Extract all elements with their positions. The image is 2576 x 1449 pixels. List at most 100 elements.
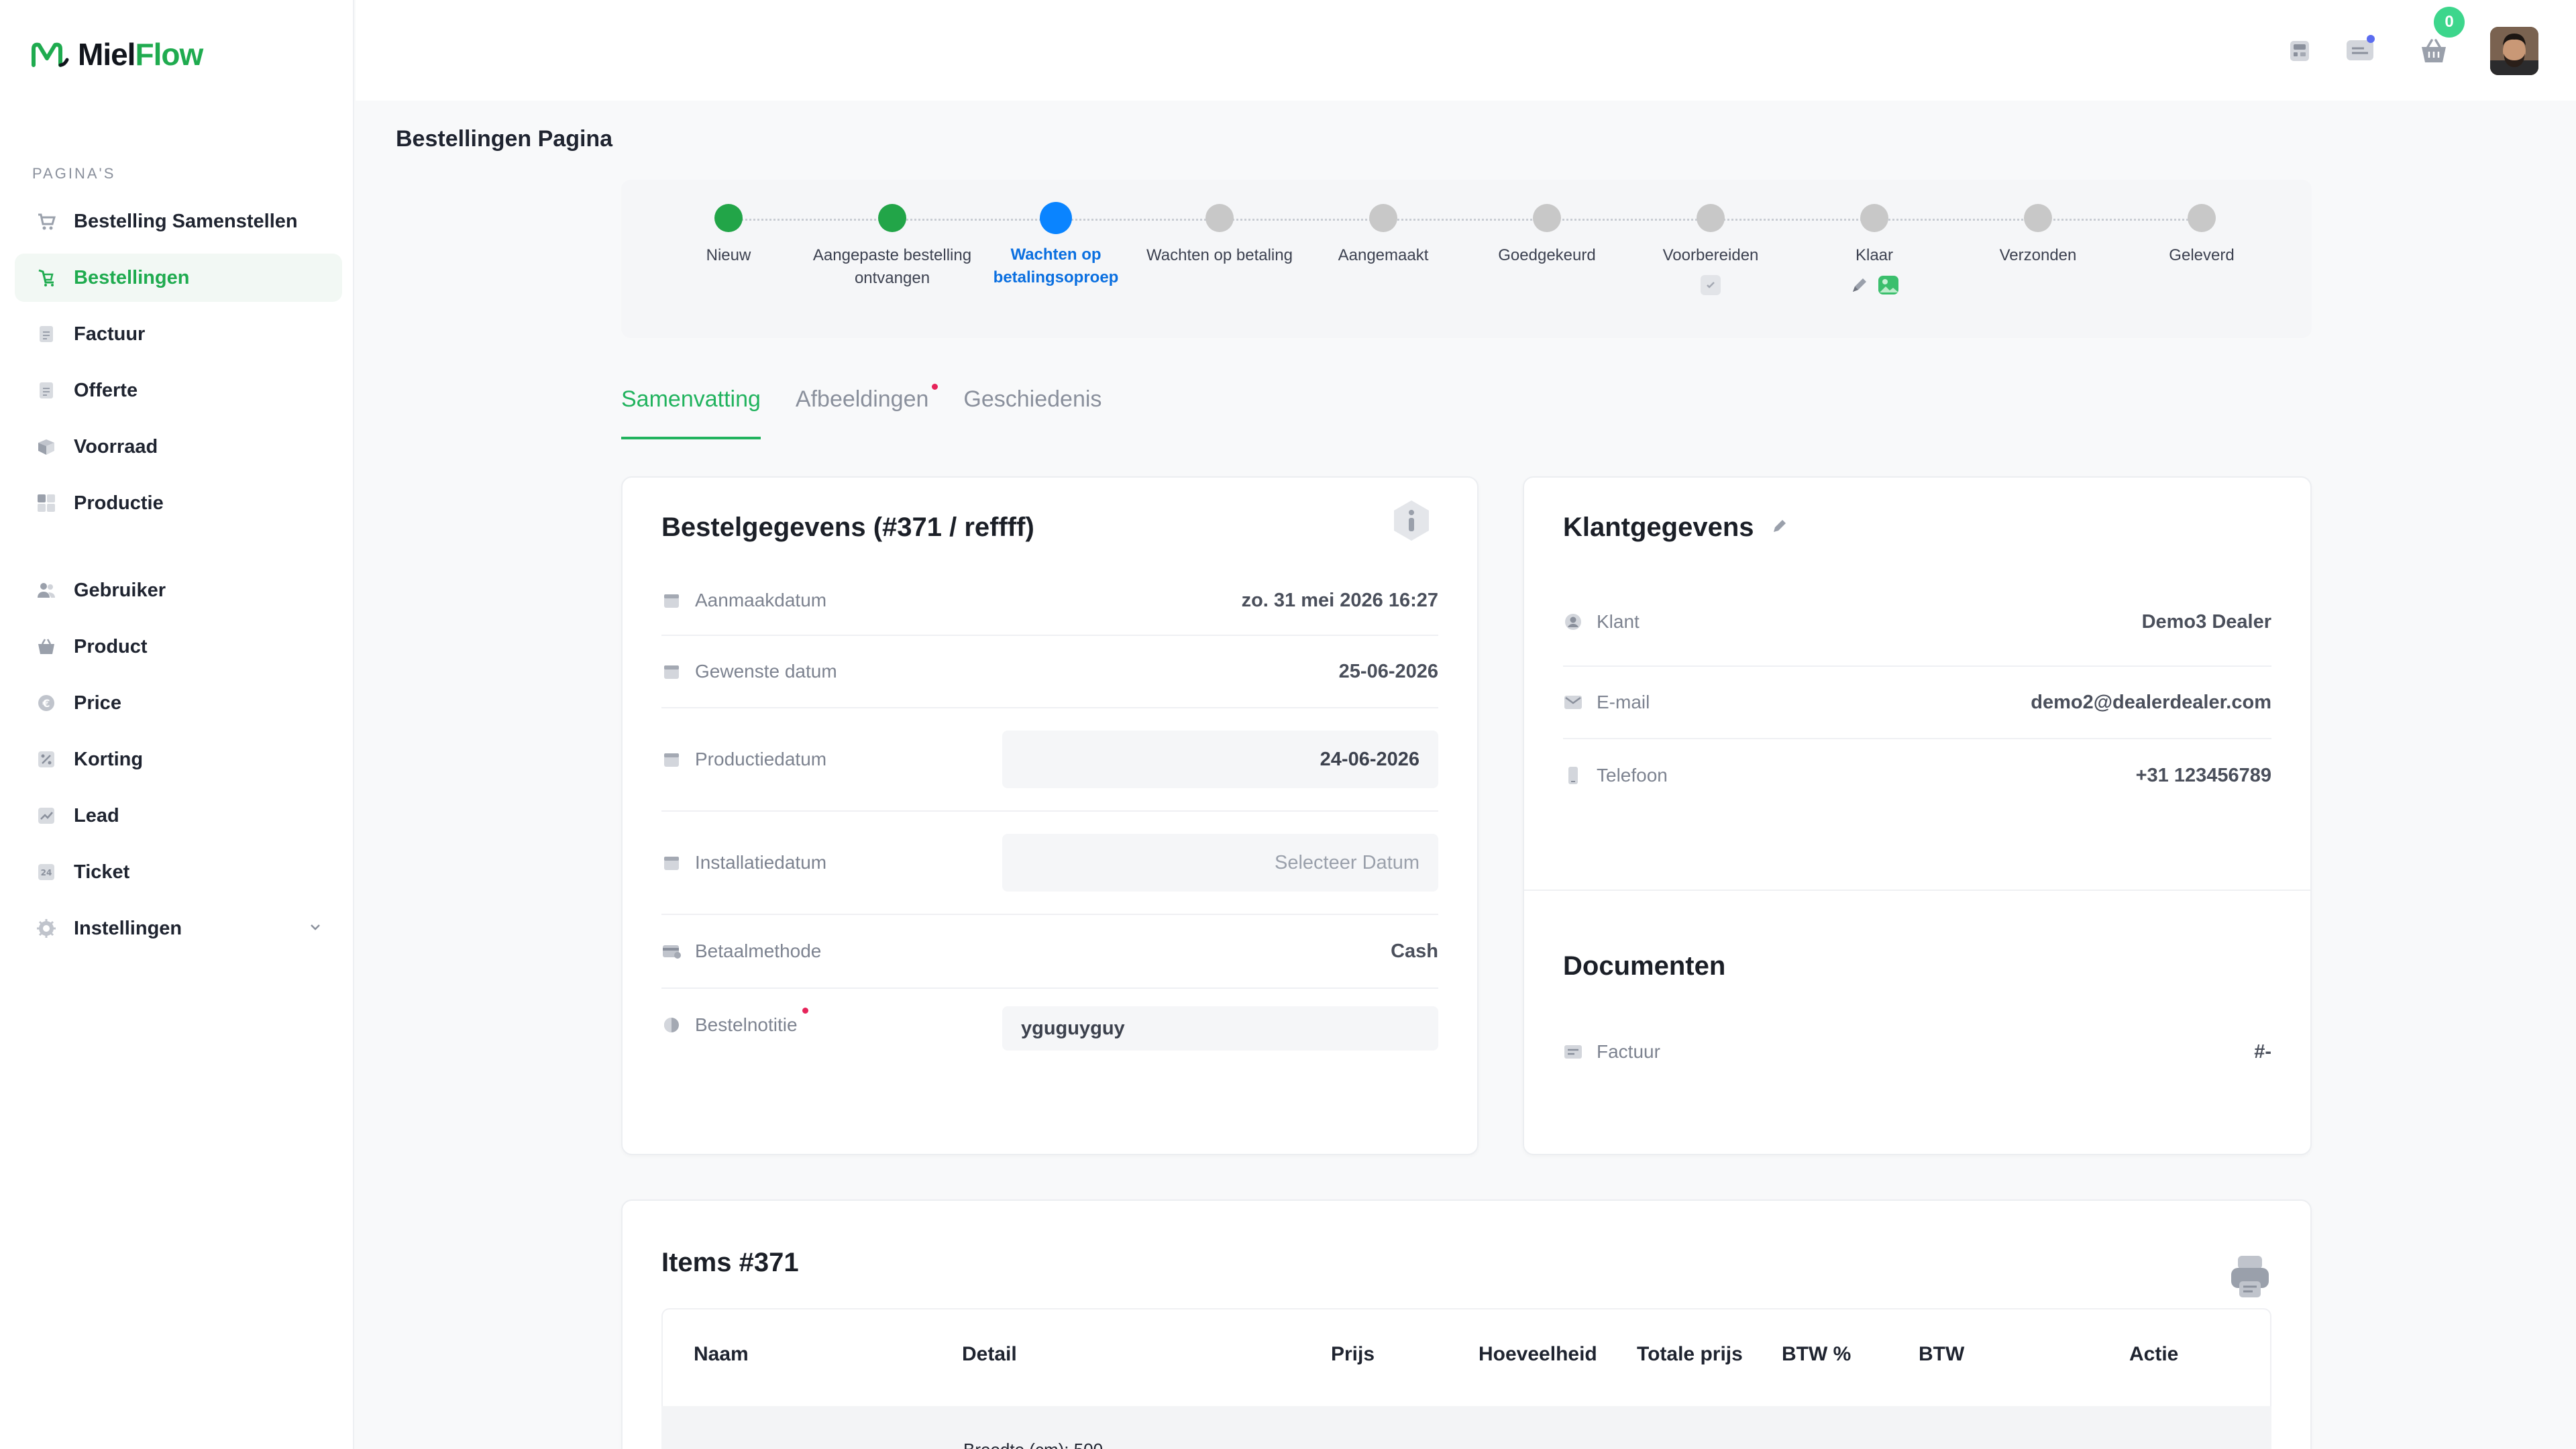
step-verzonden[interactable]: Verzonden bbox=[1951, 204, 2125, 267]
step-wachten-op-betaling[interactable]: Wachten op betaling bbox=[1132, 204, 1307, 267]
brand-name: MielFlow bbox=[78, 37, 203, 72]
field-label: Factuur bbox=[1597, 1041, 1660, 1062]
field-label: Telefoon bbox=[1597, 765, 1668, 786]
mail-icon bbox=[1563, 692, 1583, 712]
step-klaar[interactable]: Klaar bbox=[1787, 204, 1962, 299]
col-header-actie[interactable]: Actie bbox=[2129, 1343, 2178, 1366]
sidebar-item-bestelling-samenstellen[interactable]: Bestelling Samenstellen bbox=[15, 197, 342, 246]
topbar-actions: 0 bbox=[2266, 7, 2538, 78]
sidebar-item-label: Gebruiker bbox=[74, 579, 166, 601]
phone-value[interactable]: +31 123456789 bbox=[2136, 765, 2271, 787]
ticket-24-icon: 24 bbox=[36, 862, 56, 882]
sidebar-item-label: Instellingen bbox=[74, 917, 182, 939]
svg-text:24: 24 bbox=[41, 868, 52, 877]
tab-geschiedenis[interactable]: Geschiedenis bbox=[963, 386, 1102, 439]
payment-method-value: Cash bbox=[1391, 940, 1438, 962]
svg-text:€: € bbox=[42, 697, 50, 710]
info-button[interactable] bbox=[1389, 498, 1434, 543]
print-button[interactable] bbox=[2229, 1253, 2271, 1303]
step-label: Aangemaakt bbox=[1338, 246, 1429, 264]
row-installatiedatum: Installatiedatum Selecteer Datum bbox=[661, 812, 1438, 915]
col-header-btw-percent[interactable]: BTW % bbox=[1782, 1343, 1851, 1366]
note-icon bbox=[661, 1015, 682, 1035]
pencil-icon[interactable] bbox=[1770, 517, 1789, 539]
sidebar-item-offerte[interactable]: Offerte bbox=[15, 366, 342, 415]
orders-icon bbox=[36, 268, 56, 288]
euro-icon: € bbox=[36, 693, 56, 713]
step-goedgekeurd[interactable]: Goedgekeurd bbox=[1460, 204, 1634, 267]
tab-samenvatting[interactable]: Samenvatting bbox=[621, 386, 761, 439]
user-icon bbox=[1563, 612, 1583, 632]
cart-icon bbox=[36, 211, 56, 231]
brand-logo[interactable]: MielFlow bbox=[31, 36, 203, 72]
sidebar-item-ticket[interactable]: 24 Ticket bbox=[15, 848, 342, 896]
customer-card: Klantgegevens Klant Demo3 Dealer E-mail … bbox=[1523, 476, 2312, 1155]
row-klant: Klant Demo3 Dealer bbox=[1563, 578, 2271, 667]
col-header-prijs[interactable]: Prijs bbox=[1331, 1343, 1375, 1366]
installation-date-input[interactable]: Selecteer Datum bbox=[1002, 834, 1438, 892]
col-header-totale-prijs[interactable]: Totale prijs bbox=[1637, 1343, 1743, 1366]
tab-afbeeldingen[interactable]: Afbeeldingen bbox=[796, 384, 938, 439]
page-title: Bestellingen Pagina bbox=[396, 126, 613, 152]
users-icon bbox=[36, 580, 56, 600]
step-wachten-op-betalingsoproep[interactable]: Wachten op betalingsoproep bbox=[969, 202, 1143, 289]
sidebar-item-label: Voorraad bbox=[74, 435, 158, 458]
step-aangepaste-bestelling[interactable]: Aangepaste bestelling ontvangen bbox=[805, 204, 979, 290]
pencil-icon[interactable] bbox=[1849, 275, 1870, 299]
invoice-icon bbox=[36, 324, 56, 344]
messages-button[interactable] bbox=[2333, 24, 2387, 78]
step-nieuw[interactable]: Nieuw bbox=[641, 204, 816, 267]
row-factuur: Factuur #- bbox=[1563, 1018, 2271, 1085]
sidebar-item-korting[interactable]: Korting bbox=[15, 735, 342, 784]
step-label: Wachten op betaling bbox=[1146, 246, 1293, 264]
step-voorbereiden[interactable]: Voorbereiden bbox=[1623, 204, 1798, 295]
col-header-naam[interactable]: Naam bbox=[694, 1343, 749, 1366]
sidebar-item-label: Lead bbox=[74, 804, 119, 826]
sidebar-item-productie[interactable]: Productie bbox=[15, 479, 342, 527]
sidebar-item-voorraad[interactable]: Voorraad bbox=[15, 423, 342, 471]
sidebar-item-bestellingen[interactable]: Bestellingen bbox=[15, 254, 342, 302]
order-note-input[interactable]: yguguyguy bbox=[1002, 1006, 1438, 1051]
calculator-button[interactable] bbox=[2273, 24, 2326, 78]
image-icon[interactable] bbox=[1878, 275, 1899, 299]
sidebar-item-price[interactable]: € Price bbox=[15, 679, 342, 727]
invoice-value[interactable]: #- bbox=[2254, 1041, 2271, 1063]
sidebar-nav: Bestelling Samenstellen Bestellingen Fac… bbox=[15, 197, 342, 961]
col-header-detail[interactable]: Detail bbox=[962, 1343, 1017, 1366]
email-value[interactable]: demo2@dealerdealer.com bbox=[2031, 692, 2271, 714]
step-actions bbox=[1623, 275, 1798, 295]
sidebar-item-gebruiker[interactable]: Gebruiker bbox=[15, 566, 342, 614]
sidebar-item-label: Bestelling Samenstellen bbox=[74, 210, 298, 232]
field-label: Bestelnotitie bbox=[695, 1014, 798, 1035]
step-indicator bbox=[2024, 204, 2052, 232]
production-date-input[interactable]: 24-06-2026 bbox=[1002, 731, 1438, 788]
sidebar-item-label: Korting bbox=[74, 748, 144, 770]
customer-header: Klantgegevens bbox=[1563, 513, 1789, 543]
col-header-btw[interactable]: BTW bbox=[1919, 1343, 1964, 1366]
step-indicator bbox=[1205, 204, 1234, 232]
step-indicator bbox=[1040, 202, 1072, 234]
sidebar-item-label: Ticket bbox=[74, 861, 130, 883]
step-geleverd[interactable]: Geleverd bbox=[2114, 204, 2289, 267]
sidebar: MielFlow PAGINA'S Bestelling Samenstelle… bbox=[0, 0, 354, 1449]
step-label: Aangepaste bestelling ontvangen bbox=[812, 246, 972, 287]
step-label: Nieuw bbox=[706, 246, 751, 264]
step-aangemaakt[interactable]: Aangemaakt bbox=[1296, 204, 1470, 267]
chevron-down-icon[interactable] bbox=[307, 919, 323, 938]
step-indicator bbox=[878, 204, 906, 232]
sidebar-item-instellingen[interactable]: Instellingen bbox=[15, 904, 342, 953]
step-indicator bbox=[1369, 204, 1397, 232]
sidebar-item-factuur[interactable]: Factuur bbox=[15, 310, 342, 358]
sidebar-item-product[interactable]: Product bbox=[15, 623, 342, 671]
new-indicator-dot bbox=[932, 384, 938, 390]
sidebar-item-lead[interactable]: Lead bbox=[15, 792, 342, 840]
desired-date-value: 25-06-2026 bbox=[1338, 660, 1438, 682]
cart-button[interactable]: 0 bbox=[2407, 7, 2465, 78]
check-icon[interactable] bbox=[1701, 275, 1721, 295]
sidebar-item-label: Product bbox=[74, 635, 148, 657]
order-details-card: Bestelgegevens (#371 / reffff) Aanmaakda… bbox=[621, 476, 1479, 1155]
avatar[interactable] bbox=[2490, 27, 2538, 75]
col-header-hoeveelheid[interactable]: Hoeveelheid bbox=[1479, 1343, 1597, 1366]
items-table-header: Naam Detail Prijs Hoeveelheid Totale pri… bbox=[661, 1308, 2271, 1406]
